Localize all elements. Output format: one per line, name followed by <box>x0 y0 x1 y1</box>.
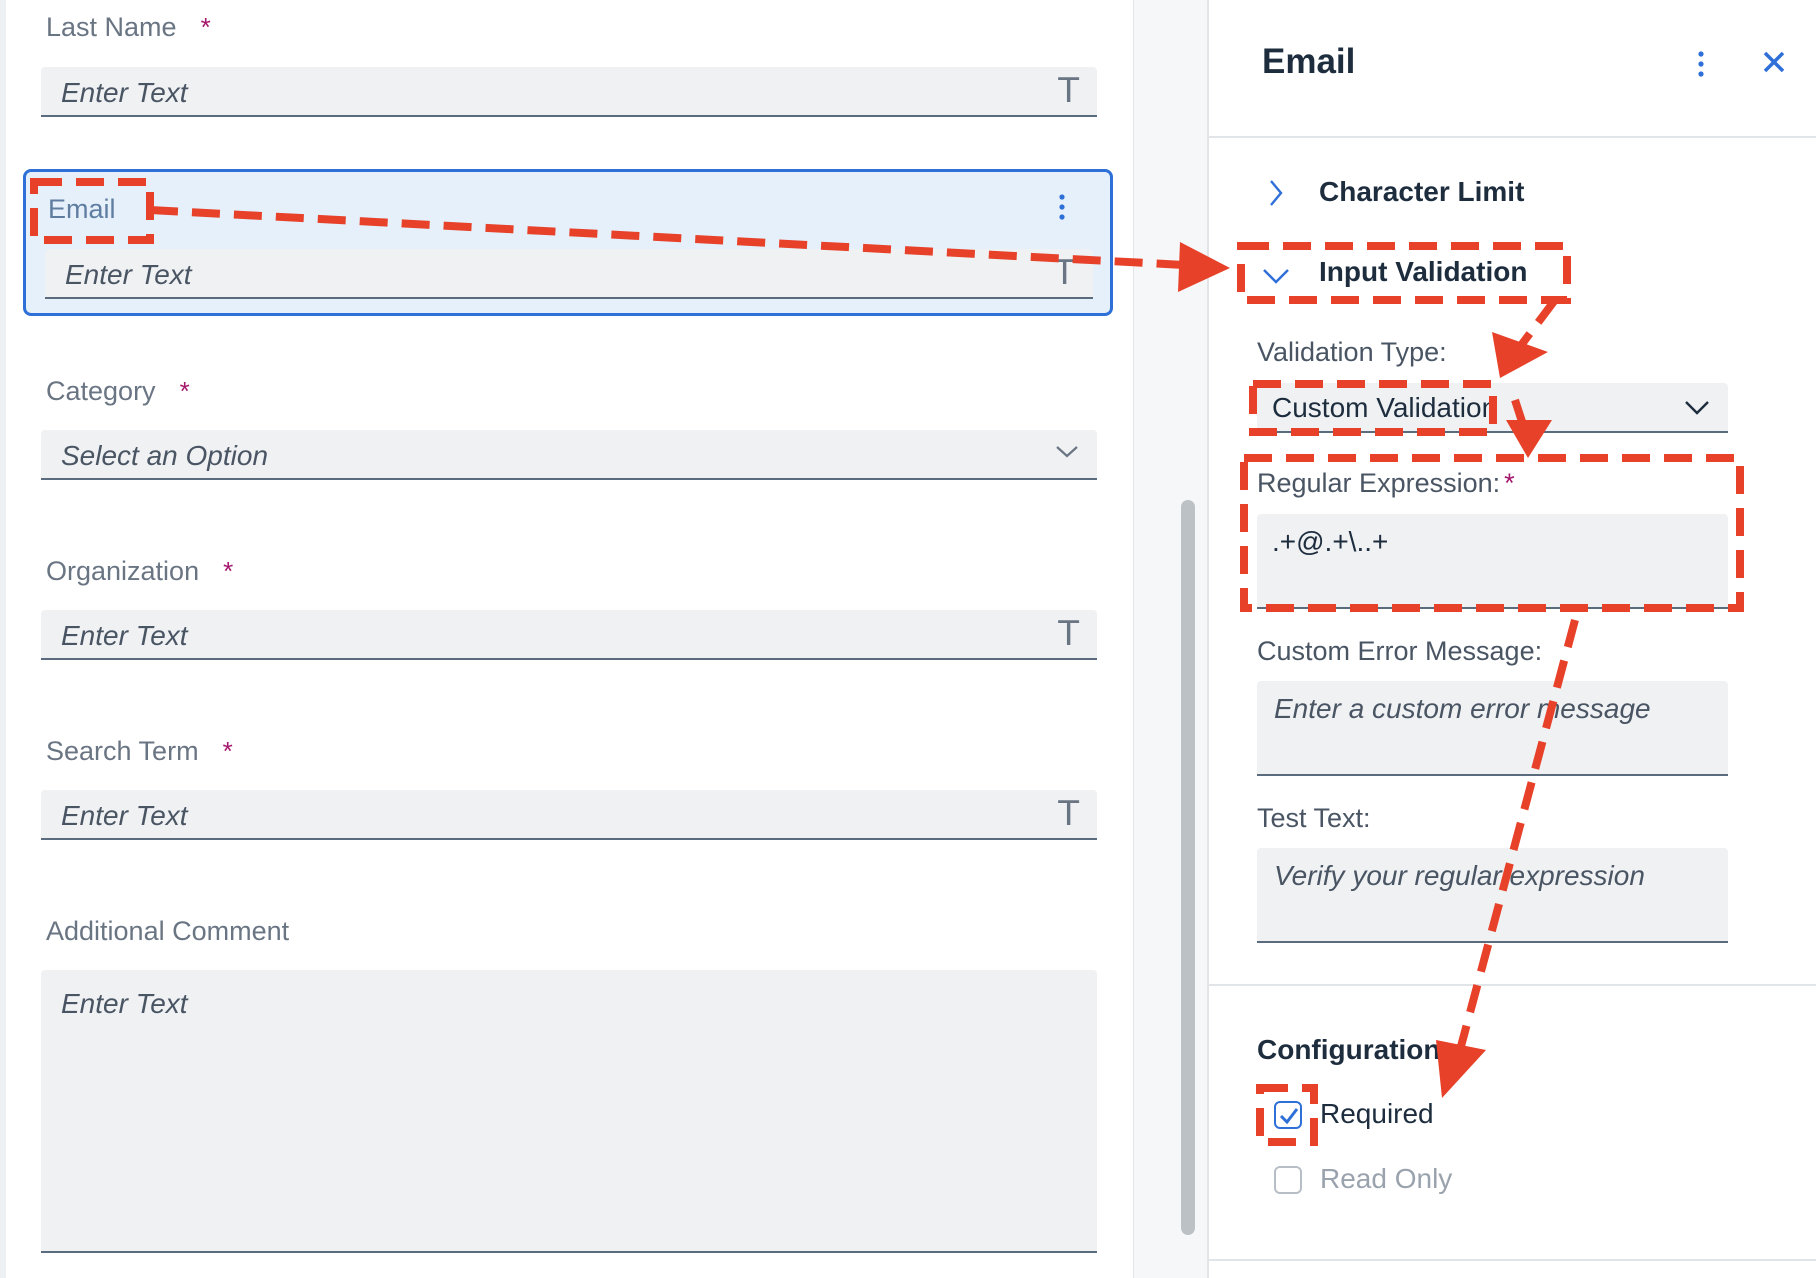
annotation-box-email-label <box>30 178 154 244</box>
annotation-overlay <box>30 178 1744 1146</box>
annotation-box-validation-type <box>1249 380 1497 436</box>
annotation-arrow-email-to-validation <box>149 206 1185 269</box>
annotation-arrowhead <box>1506 420 1552 458</box>
annotation-arrowhead <box>1492 332 1548 378</box>
annotation-box-required-checkbox <box>1256 1084 1318 1146</box>
annotation-arrow-regex-to-required <box>1456 618 1579 1052</box>
annotation-arrowhead <box>1436 1040 1486 1098</box>
annotation-box-input-validation <box>1237 242 1571 304</box>
annotation-box-regex <box>1240 454 1744 612</box>
annotation-arrowhead <box>1178 242 1230 292</box>
